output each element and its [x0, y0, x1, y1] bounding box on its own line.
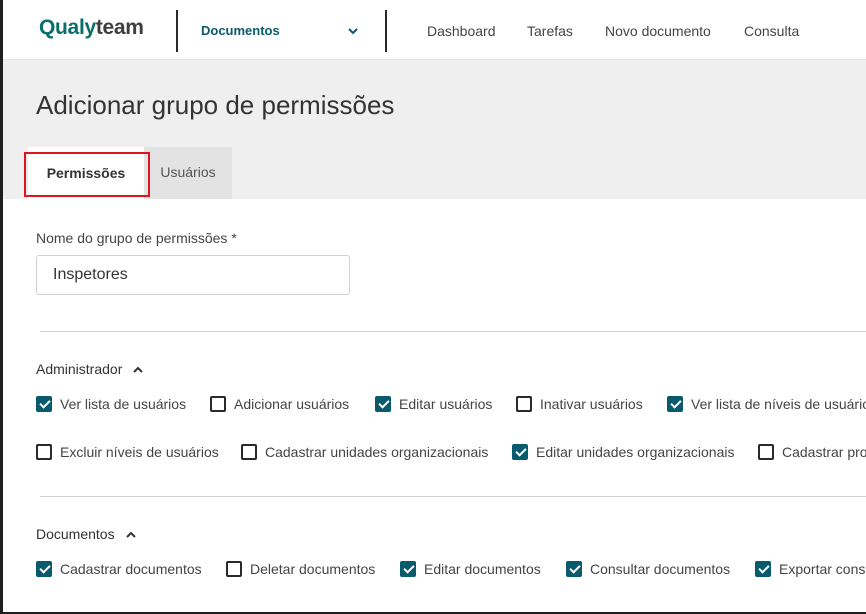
nav-dashboard[interactable]: Dashboard: [427, 23, 496, 39]
checkbox-label: Ver lista de níveis de usuário: [691, 396, 866, 412]
divider: [40, 331, 866, 332]
top-bar: Qualyteam Documentos Dashboard Tarefas N…: [3, 0, 866, 60]
checkbox-label: Adicionar usuários: [234, 396, 350, 412]
header-divider: [176, 10, 178, 52]
checkbox-label: Cadastrar pro: [782, 444, 866, 460]
section-title: Documentos: [36, 526, 115, 542]
checkbox[interactable]: [667, 396, 683, 412]
checkbox-label: Editar documentos: [424, 561, 541, 577]
nav-novo-documento[interactable]: Novo documento: [605, 23, 711, 39]
module-selector[interactable]: Documentos: [201, 23, 280, 38]
section-administrador-toggle[interactable]: Administrador: [36, 361, 144, 377]
checkbox[interactable]: [241, 444, 257, 460]
checkbox[interactable]: [512, 444, 528, 460]
page-title: Adicionar grupo de permissões: [36, 90, 395, 120]
checkbox[interactable]: [375, 396, 391, 412]
checkbox[interactable]: [758, 444, 774, 460]
tab-label: Usuários: [160, 164, 216, 180]
checkbox-label: Excluir níveis de usuários: [60, 444, 219, 460]
checkbox[interactable]: [566, 561, 582, 577]
checkbox-label: Deletar documentos: [250, 561, 376, 577]
chevron-up-icon: [133, 366, 144, 374]
qualyteam-logo[interactable]: Qualyteam: [39, 16, 144, 40]
nav-tarefas[interactable]: Tarefas: [527, 23, 573, 39]
nav-consulta[interactable]: Consulta: [744, 23, 799, 39]
chevron-down-icon[interactable]: [347, 25, 359, 37]
group-name-input[interactable]: [36, 255, 350, 295]
checkbox-label: Consultar documentos: [590, 561, 731, 577]
chevron-up-icon: [125, 531, 136, 539]
divider: [40, 496, 866, 497]
checkbox-label: Exportar cons: [779, 561, 866, 577]
checkbox[interactable]: [36, 444, 52, 460]
checkbox-label: Ver lista de usuários: [60, 396, 187, 412]
group-name-label: Nome do grupo de permissões *: [36, 230, 237, 246]
section-documentos-toggle[interactable]: Documentos: [36, 526, 137, 542]
checkbox[interactable]: [210, 396, 226, 412]
logo-text-secondary: team: [95, 16, 144, 39]
checkbox-label: Inativar usuários: [540, 396, 643, 412]
checkbox[interactable]: [36, 561, 52, 577]
checkbox[interactable]: [755, 561, 771, 577]
app-window: Qualyteam Documentos Dashboard Tarefas N…: [3, 0, 866, 612]
checkbox-label: Editar unidades organizacionais: [536, 444, 735, 460]
header-divider: [385, 10, 387, 52]
logo-text-primary: Qualy: [39, 16, 96, 39]
checkbox[interactable]: [516, 396, 532, 412]
tab-label: Permissões: [46, 165, 126, 181]
page-header: Adicionar grupo de permissões Permissões…: [3, 60, 866, 199]
checkbox-label: Cadastrar unidades organizacionais: [265, 444, 489, 460]
checkbox[interactable]: [400, 561, 416, 577]
checkbox[interactable]: [36, 396, 52, 412]
checkbox[interactable]: [226, 561, 242, 577]
tab-usuarios[interactable]: Usuários: [144, 147, 232, 199]
section-title: Administrador: [36, 361, 123, 377]
checkbox-label: Editar usuários: [399, 396, 493, 412]
checkbox-label: Cadastrar documentos: [60, 561, 202, 577]
tab-permissoes[interactable]: Permissões: [28, 147, 144, 199]
